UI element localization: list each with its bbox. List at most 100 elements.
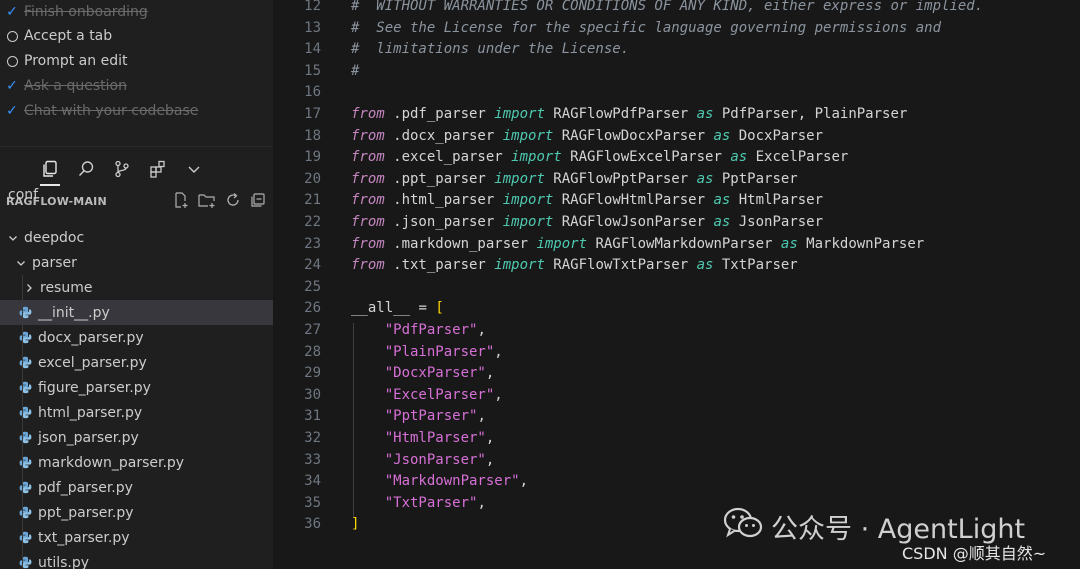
tree-file[interactable]: markdown_parser.py (0, 450, 273, 475)
code-line: 14 # limitations under the License. (273, 39, 1080, 61)
tree-item-label: deepdoc (24, 229, 85, 246)
python-file-icon (18, 431, 32, 445)
line-number: 34 (304, 473, 321, 490)
chevron-right-icon[interactable] (22, 282, 36, 294)
tree-file[interactable]: txt_parser.py (0, 525, 273, 550)
tree-file[interactable]: docx_parser.py (0, 325, 273, 350)
tree-file[interactable]: utils.py (0, 550, 273, 569)
tree-file[interactable]: ppt_parser.py (0, 500, 273, 525)
code-token: import (494, 106, 545, 122)
code-line: 16 (273, 82, 1080, 104)
code-token: as (696, 257, 714, 274)
code-token: # See the License for the specific langu… (351, 19, 942, 36)
tree-folder[interactable]: parser (0, 250, 273, 275)
onboarding-item[interactable]: ✓ Ask a question (0, 74, 127, 98)
source-control-icon[interactable] (108, 155, 136, 183)
python-file-icon (18, 356, 32, 370)
code-editor[interactable]: 12 # WITHOUT WARRANTIES OR CONDITIONS OF … (273, 0, 1080, 569)
line-number: 13 (304, 19, 321, 36)
code-text: "HtmlParser", (351, 428, 495, 450)
code-text: from .html_parser import RAGFlowHtmlPars… (351, 190, 823, 212)
code-text: "PptParser", (351, 406, 486, 428)
line-number: 21 (304, 192, 321, 209)
code-text: # limitations under the License. (351, 39, 629, 61)
onboarding-item[interactable]: ✓ Finish onboarding (0, 0, 148, 24)
code-text: "PlainParser", (351, 342, 503, 364)
code-token: RAGFlowHtmlParser (553, 192, 714, 209)
code-token: RAGFlowJsonParser (553, 214, 714, 230)
check-icon: ✓ (6, 78, 18, 94)
tree-file[interactable]: pdf_parser.py (0, 475, 273, 500)
code-token: from (351, 170, 385, 187)
onboarding-item[interactable]: Prompt an edit (0, 49, 127, 73)
line-number: 29 (304, 365, 321, 382)
code-text: # See the License for the specific langu… (351, 18, 941, 40)
code-token: RAGFlowTxtParser (544, 257, 697, 274)
tree-file[interactable]: figure_parser.py (0, 375, 273, 400)
tree-folder[interactable]: deepdoc (0, 225, 273, 250)
code-text: ] (351, 514, 359, 536)
python-file-icon (18, 406, 32, 420)
python-file-icon (18, 556, 32, 569)
tree-folder[interactable]: conf (0, 187, 273, 213)
onboarding-item-label: Chat with your codebase (24, 103, 199, 119)
code-token: PptParser (713, 170, 798, 187)
code-line: 19 from .excel_parser import RAGFlowExcel… (273, 147, 1080, 169)
circle-icon (0, 30, 24, 42)
onboarding-item[interactable]: Accept a tab (0, 24, 112, 48)
files-icon[interactable] (36, 155, 64, 186)
code-token: ExcelParser (747, 149, 849, 166)
line-number: 16 (304, 84, 321, 101)
tree-file[interactable]: __init__.py (0, 300, 273, 325)
tree-item-label: excel_parser.py (38, 354, 147, 371)
code-token: .docx_parser (384, 127, 503, 144)
code-token: __all__ (351, 300, 411, 317)
code-text: from .docx_parser import RAGFlowDocxPars… (351, 126, 823, 148)
search-icon[interactable] (72, 155, 100, 183)
tree-file[interactable]: json_parser.py (0, 425, 273, 450)
line-number: 18 (304, 127, 321, 144)
line-number: 19 (304, 149, 321, 166)
python-file-icon (18, 456, 32, 470)
code-line: 15 # (273, 61, 1080, 83)
code-token: "PlainParser" (384, 343, 495, 360)
code-line: 34 "MarkdownParser", (273, 471, 1080, 493)
line-number: 33 (304, 451, 321, 468)
tree-item-label: parser (32, 254, 77, 271)
code-token: RAGFlowMarkdownParser (587, 235, 781, 252)
line-number: 27 (304, 322, 321, 338)
chevron-down-icon[interactable] (14, 257, 28, 269)
tree-item-label: ppt_parser.py (38, 504, 134, 521)
divider (0, 146, 273, 147)
code-token: JsonParser (730, 214, 824, 230)
chevron-down-icon[interactable] (180, 155, 208, 183)
tree-file[interactable]: html_parser.py (0, 400, 273, 425)
indent-guide (22, 275, 23, 569)
code-token: , (477, 494, 486, 511)
circle-icon (0, 55, 24, 67)
code-token: RAGFlowPptParser (544, 170, 697, 187)
code-line: 33 "JsonParser", (273, 450, 1080, 472)
tree-folder[interactable]: resume (0, 275, 273, 300)
code-token: TxtParser (713, 257, 798, 274)
code-line: 32 "HtmlParser", (273, 428, 1080, 450)
onboarding-item-label: Finish onboarding (24, 4, 148, 20)
code-token: from (351, 149, 385, 166)
code-token: import (494, 170, 545, 187)
python-file-icon (18, 381, 32, 395)
csdn-watermark: CSDN @顺其自然~ (902, 544, 1047, 563)
tree-file[interactable]: excel_parser.py (0, 350, 273, 375)
extensions-icon[interactable] (144, 155, 172, 183)
code-token: HtmlParser (730, 192, 824, 209)
code-text: from .json_parser import RAGFlowJsonPars… (351, 212, 823, 234)
code-token: PdfParser, PlainParser (713, 106, 908, 122)
code-line: 31 "PptParser", (273, 406, 1080, 428)
line-number: 26 (304, 300, 321, 317)
onboarding-item[interactable]: ✓ Chat with your codebase (0, 99, 198, 123)
code-token: import (494, 257, 545, 274)
code-token: as (780, 235, 798, 252)
chevron-down-icon[interactable] (6, 232, 20, 244)
code-token: as (730, 149, 748, 166)
